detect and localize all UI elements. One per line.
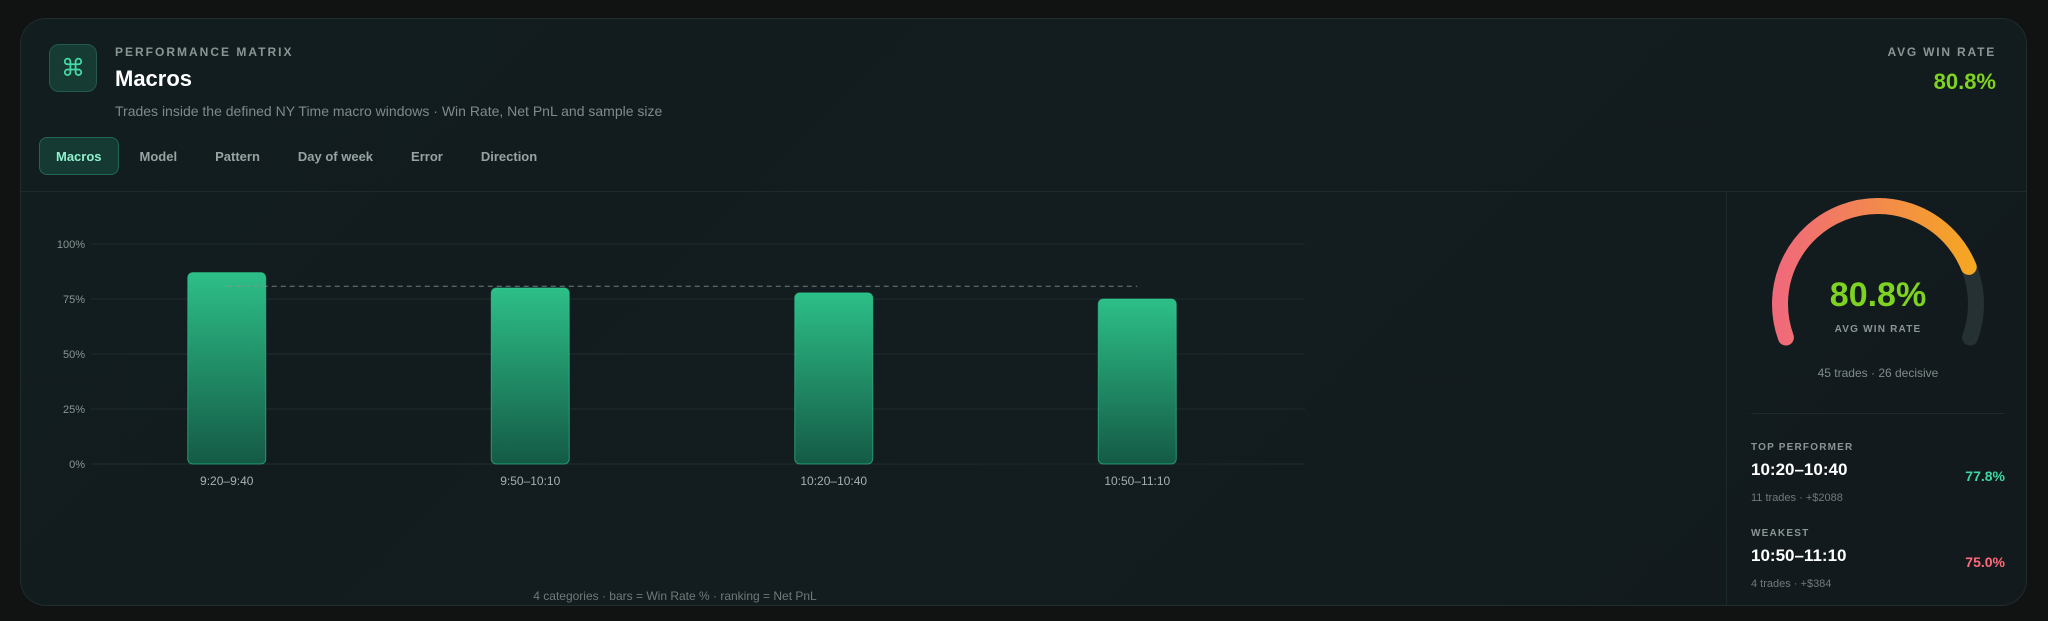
bar-chart-svg: 0% 25% 50% 75% 100% 9:20–9:40 9:50–10:10 10:20…: [57, 239, 1305, 603]
page-subtitle: Trades inside the defined NY Time macro …: [115, 103, 663, 119]
tab-label: Direction: [480, 148, 538, 164]
command-icon: ⌘: [49, 44, 97, 92]
x-tick-label: 9:50–10:10: [500, 474, 560, 488]
category-tabs: Macros Model Pattern Day of week Error D…: [39, 137, 554, 175]
tab-error[interactable]: Error: [394, 137, 460, 175]
performance-card: ⌘ PERFORMANCE MATRIX Macros Trades insid…: [20, 18, 2027, 606]
top-performer-name: 10:20–10:40: [1751, 460, 1848, 479]
y-tick-label: 25%: [63, 404, 85, 416]
card-header: ⌘ PERFORMANCE MATRIX Macros Trades insid…: [21, 19, 2026, 192]
gauge-fill: [1772, 197, 1977, 346]
y-tick-label: 50%: [63, 349, 85, 361]
chart-footer: 4 categories · bars = Win Rate % · ranki…: [533, 589, 817, 603]
x-tick-label: 10:50–11:10: [1104, 474, 1170, 488]
bar: [794, 292, 874, 465]
weakest-label: WEAKEST: [1751, 528, 1810, 539]
gauge-footer: 45 trades · 26 decisive: [1817, 366, 1939, 380]
page-title: Macros: [115, 66, 193, 91]
tab-label: Day of week: [297, 148, 374, 164]
tab-label: Pattern: [215, 148, 260, 164]
summary-panel: 80.8% AVG WIN RATE 45 trades · 26 decisi…: [1726, 192, 2026, 605]
gauge-label: AVG WIN RATE: [1834, 324, 1922, 335]
avg-win-rate-label: AVG WIN RATE: [1887, 45, 1996, 59]
x-tick-label: 10:20–10:40: [800, 474, 867, 488]
x-tick-label: 9:20–9:40: [200, 474, 254, 488]
weakest-pct: 75.0%: [1965, 554, 2005, 570]
y-tick-label: 0%: [69, 459, 85, 471]
top-performer-pct: 77.8%: [1965, 468, 2005, 484]
tab-label: Macros: [56, 148, 102, 164]
avg-win-rate-value: 80.8%: [1933, 69, 1996, 94]
bar: [187, 272, 267, 465]
weakest-name: 10:50–11:10: [1751, 546, 1847, 565]
tab-label: Error: [411, 148, 443, 164]
bar: [490, 287, 570, 465]
tab-day-of-week[interactable]: Day of week: [281, 137, 390, 175]
eyebrow-label: PERFORMANCE MATRIX: [115, 45, 294, 59]
bar: [1097, 298, 1177, 465]
divider: [1751, 413, 2005, 414]
gauge-value: 80.8%: [1829, 276, 1927, 314]
y-tick-label: 100%: [57, 239, 85, 251]
weakest-meta: 4 trades · +$384: [1751, 578, 1832, 590]
y-tick-label: 75%: [63, 294, 85, 306]
top-performer-meta: 11 trades · +$2088: [1751, 492, 1843, 504]
win-rate-chart: 0% 25% 50% 75% 100% 9:20–9:40 9:50–10:10 10:20…: [21, 192, 1725, 605]
tab-direction[interactable]: Direction: [464, 137, 554, 175]
tab-label: Model: [139, 148, 178, 164]
tab-model[interactable]: Model: [123, 137, 195, 175]
tab-pattern[interactable]: Pattern: [198, 137, 277, 175]
top-performer-label: TOP PERFORMER: [1751, 442, 1854, 453]
tab-macros[interactable]: Macros: [39, 137, 119, 175]
